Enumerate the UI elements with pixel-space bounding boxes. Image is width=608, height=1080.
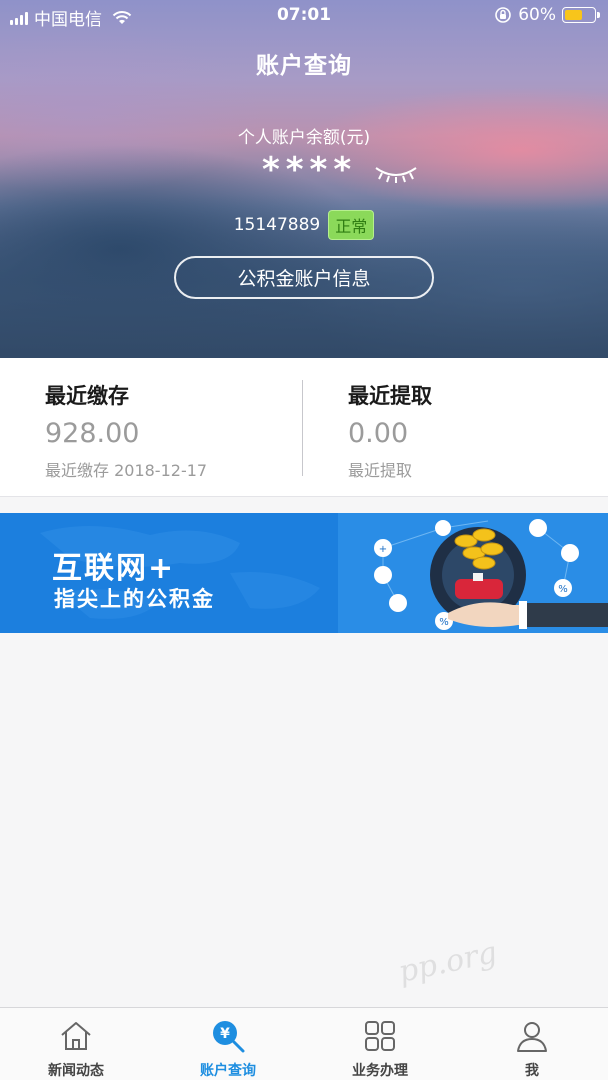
account-row: 15147889 正常 xyxy=(0,210,608,240)
recent-withdrawal-detail: 最近提取 xyxy=(348,461,413,480)
closed-eye-icon[interactable] xyxy=(372,160,420,188)
status-badge: 正常 xyxy=(328,210,375,240)
banner-subtitle: 指尖上的公积金 xyxy=(54,587,215,611)
rotation-lock-icon xyxy=(495,7,512,23)
tab-account-query[interactable]: ¥ 账户查询 xyxy=(152,1008,304,1080)
promo-banner[interactable]: 互联网+ 指尖上的公积金 +%% xyxy=(0,513,608,633)
grid-icon xyxy=(365,1021,395,1051)
user-icon xyxy=(517,1022,547,1052)
battery-percent: 60% xyxy=(518,5,556,25)
svg-text:¥: ¥ xyxy=(220,1026,230,1042)
recent-deposit-amount: 928.00 xyxy=(45,418,140,449)
balance-label: 个人账户余额(元) xyxy=(237,128,371,148)
recent-withdrawal-title: 最近提取 xyxy=(348,384,432,408)
tab-account-query-label: 账户查询 xyxy=(200,1063,256,1079)
tab-news[interactable]: 新闻动态 xyxy=(0,1008,152,1080)
tab-business-label: 业务办理 xyxy=(352,1063,408,1079)
account-number: 15147889 xyxy=(233,215,321,235)
watermark: pp.org xyxy=(395,935,501,990)
summary-divider xyxy=(302,380,303,476)
summary-card: 最近缴存 928.00 最近缴存 2018-12-17 最近提取 0.00 最近… xyxy=(0,358,608,497)
recent-withdrawal-amount: 0.00 xyxy=(348,418,409,449)
banner-title: 互联网+ xyxy=(52,551,176,586)
svg-text:+: + xyxy=(379,544,387,555)
recent-deposit-title: 最近缴存 xyxy=(45,384,129,408)
bottom-tab-bar: 新闻动态 ¥ 账户查询 业务办理 我 xyxy=(0,1007,608,1080)
svg-text:%: % xyxy=(558,584,568,595)
status-bar-right: 60% xyxy=(494,5,600,25)
balance-value: **** xyxy=(262,150,358,190)
tab-me[interactable]: 我 xyxy=(456,1008,608,1080)
recent-withdrawal[interactable]: 最近提取 0.00 最近提取 xyxy=(348,380,432,481)
tab-business[interactable]: 业务办理 xyxy=(304,1008,456,1080)
svg-text:%: % xyxy=(439,617,449,628)
battery-icon xyxy=(562,7,600,23)
gear-coins-illustration: +%% xyxy=(338,513,608,633)
yuan-search-icon: ¥ xyxy=(213,1021,245,1053)
tab-me-label: 我 xyxy=(525,1063,539,1079)
recent-deposit[interactable]: 最近缴存 928.00 最近缴存 2018-12-17 xyxy=(45,380,207,481)
status-bar: 中国电信 07:01 60% xyxy=(0,0,608,32)
page-title: 账户查询 xyxy=(256,53,352,79)
account-info-button[interactable]: 公积金账户信息 xyxy=(174,256,434,299)
account-header: 中国电信 07:01 60% 账户查询 个人账户余额(元) **** 15147… xyxy=(0,0,608,358)
recent-deposit-date: 最近缴存 2018-12-17 xyxy=(45,461,208,480)
tab-news-label: 新闻动态 xyxy=(48,1063,104,1079)
home-icon xyxy=(61,1022,91,1050)
